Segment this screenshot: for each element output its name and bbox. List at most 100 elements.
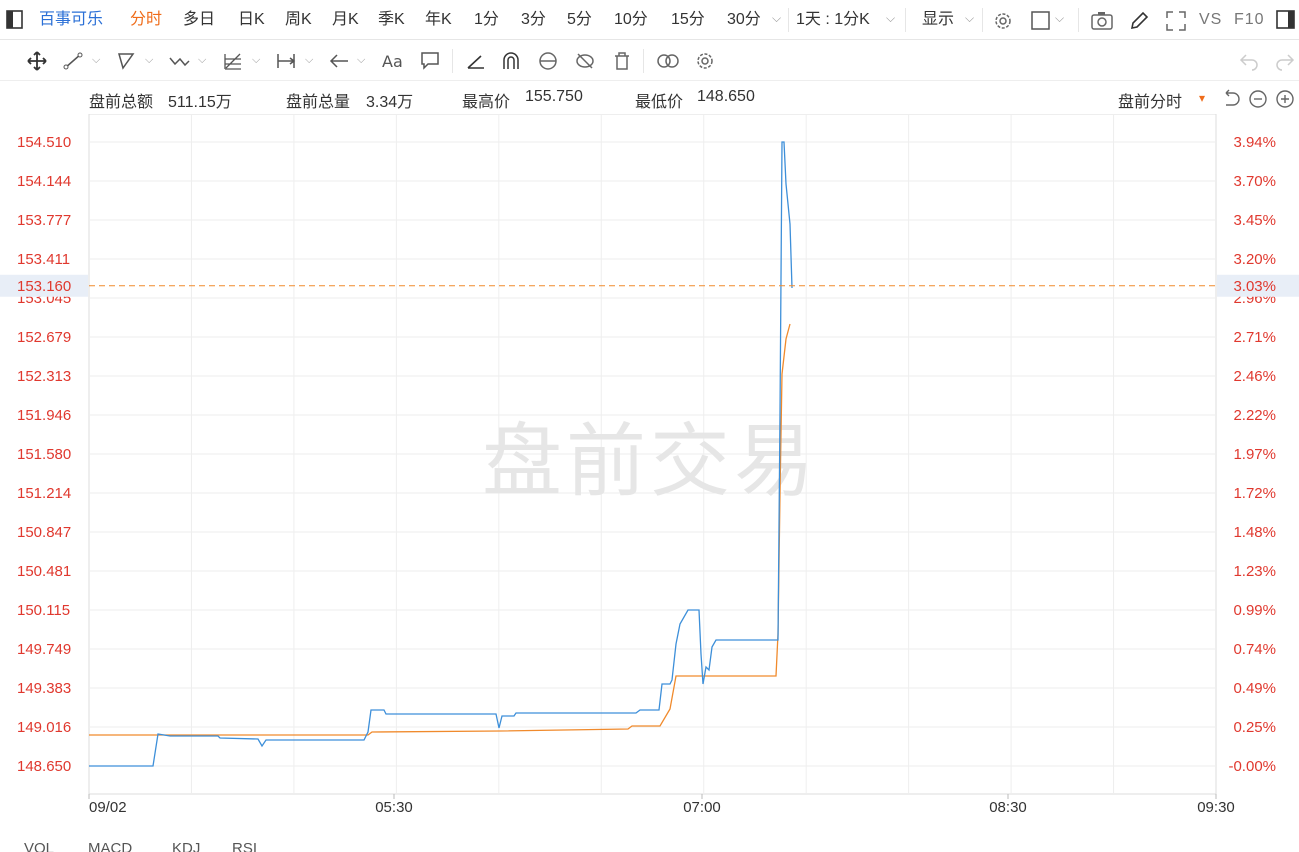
stock-name[interactable]: 百事可乐	[39, 10, 103, 30]
percent-tick-label: 1.23%	[1233, 563, 1276, 580]
tab-period-daily[interactable]: 日K	[238, 10, 265, 30]
lock-drawing-icon[interactable]	[537, 50, 559, 72]
link-circles-icon[interactable]	[655, 50, 681, 72]
divider	[982, 8, 983, 32]
zoom-out-icon[interactable]	[1248, 89, 1268, 109]
tab-period-intraday[interactable]: 分时	[130, 10, 162, 30]
comment-icon[interactable]	[419, 50, 441, 72]
percent-tick-label: 0.74%	[1233, 641, 1276, 658]
range-select[interactable]: 1天 : 1分K	[796, 10, 870, 30]
chevron-down-icon[interactable]: ⌵	[305, 54, 313, 67]
indicator-tabs: VOL MACD KDJ RSI	[0, 838, 1299, 852]
chart-mode-select[interactable]: 盘前分时	[1118, 88, 1182, 112]
price-tick-label: 154.144	[17, 173, 71, 190]
price-axis: 154.510154.144153.777153.411153.045152.6…	[17, 134, 71, 775]
tab-period-weekly[interactable]: 周K	[285, 10, 312, 30]
percent-tick-label: 0.99%	[1233, 602, 1276, 619]
redo-icon[interactable]	[1274, 50, 1296, 72]
panel-toggle-icon[interactable]	[1276, 10, 1296, 30]
premarket-info-bar: 盘前总额 511.15万 盘前总量 3.34万 最高价 155.750 最低价 …	[0, 82, 1299, 114]
tab-period-multiday[interactable]: 多日	[183, 10, 215, 30]
tab-kdj[interactable]: KDJ	[172, 840, 200, 852]
chevron-down-icon[interactable]: ⌵	[145, 54, 153, 67]
tab-macd[interactable]: MACD	[88, 840, 132, 852]
percent-tick-label: 0.25%	[1233, 719, 1276, 736]
wave-icon[interactable]	[168, 50, 190, 72]
tab-period-3min[interactable]: 3分	[521, 10, 546, 30]
trash-icon[interactable]	[611, 50, 633, 72]
square-style-icon[interactable]	[1030, 10, 1052, 32]
sidebar-toggle-icon[interactable]	[6, 10, 24, 30]
divider	[452, 49, 453, 73]
text-icon[interactable]: Aa	[381, 50, 407, 72]
percent-tick-label: 3.45%	[1233, 212, 1276, 229]
price-tick-label: 154.510	[17, 134, 71, 151]
gear-icon[interactable]	[992, 10, 1014, 32]
chevron-down-icon[interactable]: ⌵	[92, 54, 100, 67]
trend-line-icon[interactable]	[62, 50, 84, 72]
tab-period-30min[interactable]: 30分	[727, 10, 761, 30]
tab-period-5min[interactable]: 5分	[567, 10, 592, 30]
price-tick-label: 153.777	[17, 212, 71, 229]
zoom-in-icon[interactable]	[1275, 89, 1295, 109]
price-tick-label: 151.214	[17, 485, 71, 502]
percent-tick-label: 3.94%	[1233, 134, 1276, 151]
price-tick-label: 149.749	[17, 641, 71, 658]
tab-vol[interactable]: VOL	[24, 840, 54, 852]
arrow-left-icon[interactable]	[328, 50, 350, 72]
tab-period-quarterly[interactable]: 季K	[378, 10, 405, 30]
f10-button[interactable]: F10	[1234, 10, 1265, 30]
chevron-down-icon[interactable]: ⌵	[357, 54, 365, 67]
time-tick-label: 05:30	[375, 799, 413, 816]
chevron-down-icon[interactable]: ⌵	[1055, 11, 1064, 26]
percent-tick-label: -0.00%	[1228, 758, 1276, 775]
volume-value: 3.34万	[366, 94, 414, 111]
camera-icon[interactable]	[1090, 10, 1114, 32]
chevron-down-icon[interactable]: ⌵	[772, 11, 781, 26]
price-tick-label: 150.481	[17, 563, 71, 580]
display-select[interactable]: 显示	[922, 10, 954, 30]
tab-period-10min[interactable]: 10分	[614, 10, 648, 30]
tab-period-yearly[interactable]: 年K	[425, 10, 452, 30]
low-label: 最低价	[635, 94, 684, 111]
vs-button[interactable]: VS	[1199, 10, 1222, 30]
turnover-value: 511.15万	[168, 94, 232, 111]
channel-icon[interactable]	[115, 50, 137, 72]
reset-zoom-icon[interactable]	[1221, 89, 1241, 109]
drawing-toolbar: ⌵ ⌵ ⌵ ⌵ ⌵ ⌵ Aa	[0, 41, 1299, 81]
percent-tick-label: 2.22%	[1233, 407, 1276, 424]
fibonacci-icon[interactable]	[222, 50, 244, 72]
measure-icon[interactable]	[275, 50, 297, 72]
high-label: 最高价	[462, 94, 511, 111]
time-tick-label: 08:30	[989, 799, 1027, 816]
magnet-icon[interactable]	[500, 50, 522, 72]
fullscreen-icon[interactable]	[1165, 10, 1187, 32]
chevron-down-icon[interactable]: ⌵	[198, 54, 206, 67]
tab-period-1min[interactable]: 1分	[474, 10, 499, 30]
percent-tick-label: 1.72%	[1233, 485, 1276, 502]
ruler-angle-icon[interactable]	[465, 50, 487, 72]
tab-rsi[interactable]: RSI	[232, 840, 257, 852]
tab-period-15min[interactable]: 15分	[671, 10, 705, 30]
chevron-down-icon[interactable]: ⌵	[886, 11, 895, 26]
period-toolbar: 百事可乐 分时 多日 日K 周K 月K 季K 年K 1分 3分 5分 10分 1…	[0, 0, 1299, 40]
percent-tick-label: 3.70%	[1233, 173, 1276, 190]
undo-icon[interactable]	[1238, 50, 1260, 72]
chevron-down-icon[interactable]: ⌵	[252, 54, 260, 67]
hide-drawing-icon[interactable]	[574, 50, 596, 72]
percent-tick-label: 0.49%	[1233, 680, 1276, 697]
chevron-down-icon[interactable]: ▾	[1199, 91, 1205, 105]
percent-tick-label: 1.97%	[1233, 446, 1276, 463]
chevron-down-icon[interactable]: ⌵	[965, 11, 974, 26]
divider	[788, 8, 789, 32]
volume-label: 盘前总量	[286, 94, 351, 111]
settings-icon[interactable]	[694, 50, 716, 72]
average-price-line	[89, 323, 791, 736]
divider	[643, 49, 644, 73]
tab-period-monthly[interactable]: 月K	[332, 10, 359, 30]
move-cross-icon[interactable]	[26, 50, 48, 72]
price-tick-label: 149.016	[17, 719, 71, 736]
intraday-chart[interactable]: 盘前交易 154.510154.144153.777153.411153.045…	[0, 114, 1299, 834]
divider	[905, 8, 906, 32]
pencil-icon[interactable]	[1128, 10, 1150, 32]
